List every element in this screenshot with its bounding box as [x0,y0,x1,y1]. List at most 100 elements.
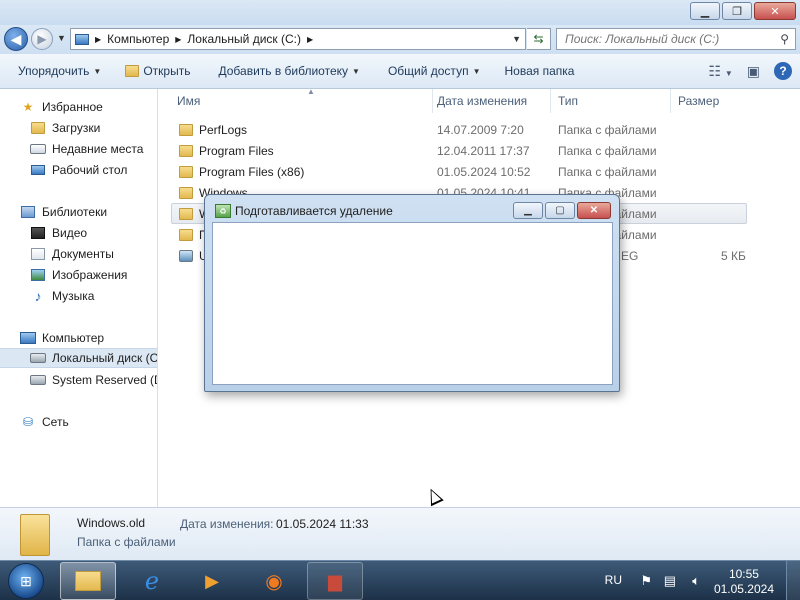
breadcrumb-computer[interactable]: Компьютер [107,32,169,46]
organize-label: Упорядочить [18,64,90,78]
windows-logo-icon: ⊞ [20,572,32,589]
help-icon[interactable]: ? [774,62,792,80]
network-icon: ⛁ [22,415,34,429]
chevron-down-icon: ▼ [93,66,102,76]
nav-music[interactable]: ♪ Музыка [30,286,95,306]
computer-icon [75,33,89,45]
taskbar-explorer[interactable] [60,562,116,600]
address-dropdown-icon[interactable]: ▼ [512,34,521,44]
nav-downloads[interactable]: Загрузки [30,118,100,138]
music-icon: ♪ [34,288,42,304]
column-header-size[interactable]: Размер [670,89,770,113]
close-button[interactable]: ✕ [754,2,796,20]
search-box[interactable]: ⚲ [556,28,796,50]
file-type: Папка с файлами [558,164,657,179]
nav-local-disk-label: Локальный диск (C [52,351,158,365]
folder-icon [179,228,193,241]
refresh-icon: ⇆ [533,32,544,46]
folder-icon [20,514,50,556]
breadcrumb-separator-icon[interactable]: ▶ [307,35,313,44]
organize-button[interactable]: Упорядочить ▼ [0,59,111,83]
breadcrumb-separator-icon[interactable]: ▶ [175,35,181,44]
nav-desktop[interactable]: Рабочий стол [30,160,127,180]
restore-button[interactable]: ❐ [722,2,752,20]
clock-time: 10:55 [728,567,759,581]
close-icon: ✕ [770,5,780,18]
explorer-folder-icon [75,571,101,591]
file-name: PerfLogs [179,123,247,137]
nav-system-reserved-label: System Reserved (D: [52,373,158,387]
start-button[interactable]: ⊞ [8,563,44,599]
show-desktop-button[interactable] [786,561,800,600]
column-name-label: Имя [177,94,201,108]
breadcrumb-local-disk[interactable]: Локальный диск (C:) [187,32,301,46]
nav-desktop-label: Рабочий стол [52,163,128,177]
column-date-label: Дата изменения [437,94,528,108]
images-icon [30,267,46,283]
nav-documents[interactable]: Документы [30,244,114,264]
nav-local-disk[interactable]: Локальный диск (C [0,348,158,368]
documents-icon [30,246,46,262]
column-header-name[interactable]: Имя ▲ [169,87,433,113]
recent-pages-dropdown[interactable]: ▼ [57,33,66,43]
table-row[interactable]: Program Files (x86) 01.05.2024 10:52 Пап… [159,161,800,182]
nav-images-label: Изображения [52,268,128,282]
open-button[interactable]: Открыть [115,59,200,83]
nav-recent-label: Недавние места [52,142,144,156]
forward-arrow-icon: ▶ [37,32,47,46]
computer-icon [20,330,36,346]
language-indicator[interactable]: RU [605,573,622,587]
new-folder-button[interactable]: Новая папка [494,59,584,83]
file-name: Program Files (x86) [179,165,304,179]
nav-images[interactable]: Изображения [30,265,127,285]
nav-libraries[interactable]: Библиотеки [20,202,107,222]
table-row[interactable]: PerfLogs 14.07.2009 7:20 Папка с файлами [159,119,800,140]
taskbar-delete-dialog[interactable]: ▆ [307,562,363,600]
search-icon[interactable]: ⚲ [780,32,789,46]
taskbar-media-player[interactable]: ▶ [184,562,240,600]
add-to-library-button[interactable]: Добавить в библиотеку ▼ [208,59,369,83]
nav-libraries-label: Библиотеки [42,205,108,219]
dialog-restore-button[interactable]: ▢ [545,202,575,219]
media-player-icon: ▶ [205,570,219,591]
nav-documents-label: Документы [52,247,114,261]
delete-progress-dialog: ♻ Подготавливается удаление ▁ ▢ ✕ [204,194,620,392]
nav-video[interactable]: Видео [30,223,87,243]
column-header-type[interactable]: Тип [550,89,671,113]
recent-places-icon [30,141,46,157]
minimize-button[interactable]: ▁ [690,2,720,20]
dialog-close-button[interactable]: ✕ [577,202,611,219]
back-button[interactable]: ◀ [4,27,28,51]
preview-pane-icon[interactable]: ▣ [747,63,760,80]
file-name-text: Program Files [199,143,274,158]
system-clock[interactable]: 10:55 01.05.2024 [714,567,774,597]
details-pane: Windows.old Папка с файлами Дата изменен… [0,507,800,560]
table-row[interactable]: Program Files 12.04.2011 17:37 Папка с ф… [159,140,800,161]
search-input[interactable] [565,32,765,46]
change-view-icon[interactable]: ☷ ▼ [708,63,732,80]
nav-system-reserved[interactable]: System Reserved (D: [30,370,158,390]
taskbar-firefox[interactable]: ◉ [246,562,302,600]
file-date: 12.04.2011 17:37 [437,143,530,158]
nav-recent[interactable]: Недавние места [30,139,143,159]
file-type: EG [621,248,639,263]
nav-favorites[interactable]: ★ Избранное [20,97,103,117]
dialog-minimize-button[interactable]: ▁ [513,202,543,219]
nav-computer[interactable]: Компьютер [20,328,104,348]
taskbar-ie[interactable]: ℯ [124,562,180,600]
address-bar[interactable]: ▶ Компьютер ▶ Локальный диск (C:) ▶ ▼ [70,28,526,50]
file-name: Program Files [179,144,274,158]
dialog-window-controls: ▁ ▢ ✕ [513,202,611,219]
dialog-title: Подготавливается удаление [235,204,393,218]
share-button[interactable]: Общий доступ ▼ [378,59,491,83]
flag-icon[interactable]: ⚑ [640,573,652,589]
nav-network[interactable]: ⛁ Сеть [20,412,69,432]
drive-icon [30,372,46,388]
column-header-date[interactable]: Дата изменения [429,89,551,113]
refresh-button[interactable]: ⇆ [527,28,551,50]
share-label: Общий доступ [387,64,469,78]
breadcrumb-separator-icon[interactable]: ▶ [95,35,101,44]
volume-muted-icon[interactable]: 🔈︎ [692,573,700,589]
network-tray-icon[interactable]: ▤ [664,573,676,589]
forward-button[interactable]: ▶ [31,28,53,50]
